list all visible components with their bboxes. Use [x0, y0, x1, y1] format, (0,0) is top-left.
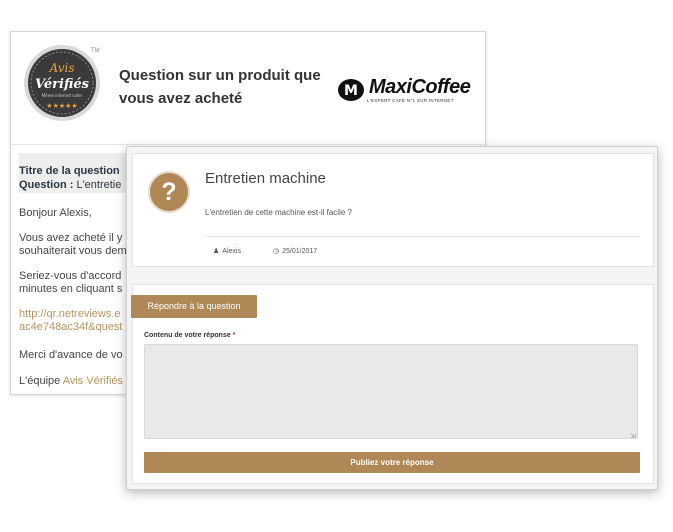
answer-textarea[interactable] [144, 344, 638, 439]
avis-verifies-link[interactable]: Avis Vérifiés [63, 375, 123, 387]
question-mark-icon: ? [148, 171, 190, 213]
question-text: L'entretien de cette machine est-il faci… [205, 208, 352, 217]
email-link-line2[interactable]: ac4e748ac34f&quest [19, 321, 122, 334]
badge-line1: Avis [49, 61, 75, 75]
email-header: Avis Vérifiés Même internet safer ★★★★★ … [11, 32, 485, 145]
avis-verifies-badge-icon: Avis Vérifiés Même internet safer ★★★★★ [24, 45, 100, 121]
email-title-line1: Question sur un produit que [119, 67, 321, 84]
email-question-line: Question : L'entretie [19, 179, 122, 191]
maxicoffee-logo-icon: M [338, 79, 364, 101]
email-title: Question sur un produit que vous avez ac… [119, 64, 339, 110]
question-title: Entretien machine [205, 170, 326, 187]
email-para1-line1: Vous avez acheté il y [19, 232, 123, 244]
answer-field-label: Contenu de votre réponse * [144, 332, 236, 339]
reply-tab-button[interactable]: Répondre à la question [131, 295, 257, 318]
email-link[interactable]: http://qr.netreviews.e [19, 308, 121, 321]
email-para1-line2: souhaiterait vous dem [19, 245, 127, 257]
user-icon: ♟ [213, 248, 220, 255]
question-card: ? Entretien machine L'entretien de cette… [132, 153, 654, 267]
badge-line3: Même internet safer [42, 93, 83, 98]
question-panel: ? Entretien machine L'entretien de cette… [126, 146, 658, 490]
clock-icon: ◷ [273, 248, 280, 255]
badge-line2: Vérifiés [35, 77, 90, 92]
email-greeting: Bonjour Alexis, [19, 207, 92, 219]
email-question-title-label: Titre de la question [19, 165, 120, 177]
question-date: ◷ 25/01/2017 [273, 248, 318, 255]
email-title-line2: vous avez acheté [119, 90, 243, 107]
maxicoffee-logo: M MaxiCoffee L'EXPERT CAFÉ N°1 SUR INTER… [337, 76, 485, 106]
resize-grip-icon[interactable]: ⇲ [630, 432, 636, 440]
email-para2-line1: Seriez-vous d'accord [19, 270, 122, 282]
question-author: ♟ Alexis [213, 248, 241, 255]
svg-text:M: M [344, 83, 358, 99]
brand-tagline: L'EXPERT CAFÉ N°1 SUR INTERNET [367, 98, 454, 103]
email-signoff: L'équipe Avis Vérifiés [19, 375, 124, 387]
submit-answer-button[interactable]: Publiez votre réponse [144, 452, 640, 473]
email-para2-line2: minutes en cliquant s [19, 283, 123, 295]
svg-text:★★★★★: ★★★★★ [46, 102, 77, 110]
email-thanks: Merci d'avance de vo [19, 349, 123, 361]
badge-tm: TM [91, 48, 100, 54]
answer-card: Répondre à la question Contenu de votre … [131, 284, 654, 484]
brand-name: MaxiCoffee [369, 76, 471, 98]
question-divider [205, 236, 640, 237]
